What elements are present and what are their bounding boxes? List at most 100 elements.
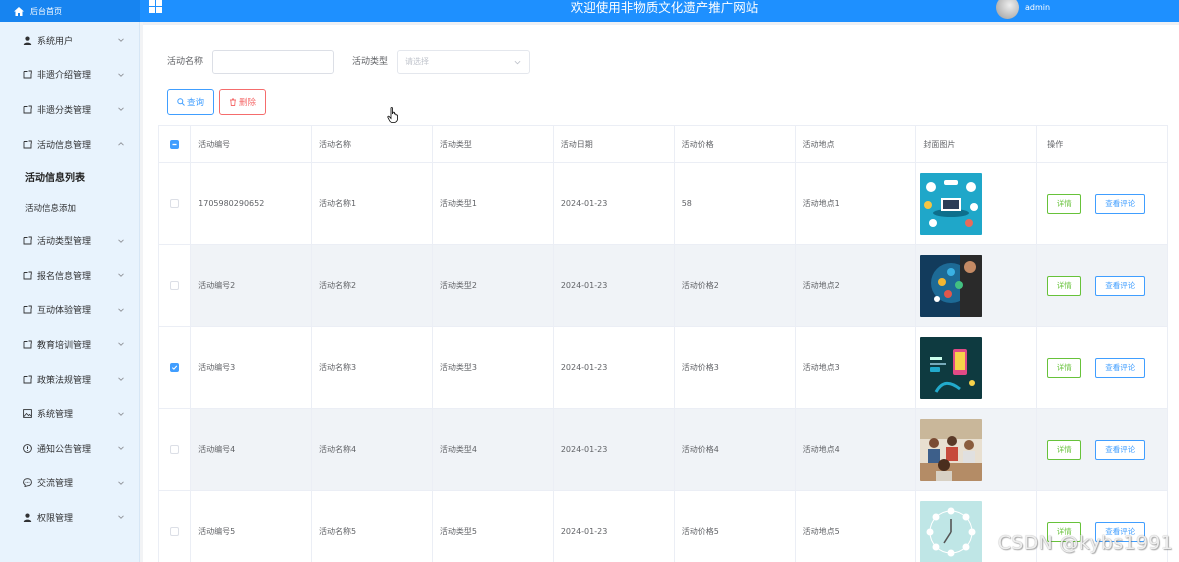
- sidebar-item-12[interactable]: 权限管理: [0, 500, 139, 535]
- chevron-down-icon: [118, 107, 124, 112]
- submenu-item-1[interactable]: 活动信息添加: [0, 192, 139, 223]
- sidebar-item-2[interactable]: 非遗分类管理: [0, 92, 139, 127]
- sidebar-item-11[interactable]: 交流管理: [0, 466, 139, 501]
- table-cell-type: 活动类型1: [433, 163, 554, 244]
- cell-value: 1705980290652: [198, 199, 265, 208]
- activity-name-label: 活动名称: [167, 57, 204, 67]
- column-header-label: 活动价格: [681, 139, 714, 149]
- table-cell-cover: [916, 409, 1038, 490]
- username[interactable]: admin: [1025, 3, 1050, 12]
- column-header: 活动编号: [191, 126, 313, 162]
- folder-icon: [22, 104, 32, 114]
- avatar[interactable]: [996, 0, 1019, 19]
- row-checkbox-cell[interactable]: [159, 163, 192, 244]
- table-cell-id: 1705980290652: [191, 163, 313, 244]
- row-checkbox[interactable]: [170, 199, 180, 208]
- table-cell-name: 活动名称5: [312, 491, 433, 562]
- table-row: 活动编号2 活动名称2 活动类型2 2024-01-23 活动价格2 活动地点2 详情 查…: [159, 245, 1167, 327]
- folder-icon: [22, 236, 32, 246]
- query-button[interactable]: 查询: [167, 89, 214, 115]
- row-checkbox[interactable]: [170, 527, 180, 536]
- sidebar-item-label: 教育培训管理: [37, 340, 92, 351]
- trash-icon: [229, 98, 236, 106]
- view-comments-button[interactable]: 查看评论: [1095, 357, 1146, 378]
- hand-cursor-icon: [387, 107, 398, 123]
- column-header-label: 活动名称: [319, 139, 352, 149]
- column-header-label: 活动地点: [802, 139, 835, 149]
- cell-value: 活动类型5: [439, 527, 478, 536]
- column-header-label: 活动类型: [439, 139, 472, 149]
- cell-value: 活动编号2: [198, 281, 236, 290]
- delete-button[interactable]: 删除: [219, 89, 266, 115]
- chevron-down-icon: [118, 342, 124, 347]
- column-header: 活动类型: [433, 126, 554, 162]
- table-row: 活动编号3 活动名称3 活动类型3 2024-01-23 活动价格3 活动地点3 详情 查…: [159, 327, 1167, 409]
- cover-image: [920, 336, 983, 399]
- select-all-cell[interactable]: [159, 126, 192, 162]
- chevron-down-icon: [118, 273, 124, 278]
- detail-button[interactable]: 详情: [1047, 193, 1082, 214]
- sidebar-item-label: 交流管理: [37, 479, 74, 490]
- sidebar-item-label: 活动类型管理: [37, 237, 92, 248]
- folder-icon: [22, 270, 32, 280]
- row-checkbox-cell[interactable]: [159, 491, 192, 562]
- sidebar-item-label: 通知公告管理: [37, 444, 92, 455]
- detail-button[interactable]: 详情: [1047, 439, 1082, 460]
- view-comments-button[interactable]: 查看评论: [1095, 193, 1146, 214]
- sidebar-item-0[interactable]: 系统用户: [0, 23, 139, 58]
- detail-button[interactable]: 详情: [1047, 357, 1082, 378]
- sidebar-item-label: 非遗分类管理: [37, 105, 92, 116]
- sidebar: 系统用户 非遗介绍管理 非遗分类管理 活动信息管理 活动信息列表 活动信息添加 活…: [0, 22, 140, 562]
- sidebar-item-6[interactable]: 互动体验管理: [0, 293, 139, 328]
- sidebar-item-7[interactable]: 教育培训管理: [0, 327, 139, 362]
- chevron-down-icon: [118, 38, 124, 43]
- sidebar-item-label: 活动信息管理: [37, 140, 92, 151]
- sidebar-item-1[interactable]: 非遗介绍管理: [0, 58, 139, 93]
- table-cell-date: 2024-01-23: [554, 163, 675, 244]
- view-comments-button[interactable]: 查看评论: [1095, 439, 1146, 460]
- image-icon: [22, 409, 32, 419]
- cell-value: 活动价格3: [681, 363, 719, 372]
- row-checkbox[interactable]: [170, 281, 180, 290]
- sidebar-item-3[interactable]: 活动信息管理: [0, 127, 139, 162]
- submenu-item-0[interactable]: 活动信息列表: [0, 161, 139, 192]
- table-row: 1705980290652 活动名称1 活动类型1 2024-01-23 58 活动地点1…: [159, 163, 1167, 245]
- table-cell-name: 活动名称1: [312, 163, 433, 244]
- table-cell-price: 活动价格5: [675, 491, 796, 562]
- sidebar-item-label: 权限管理: [37, 513, 74, 524]
- row-checkbox-cell[interactable]: [159, 245, 192, 326]
- sidebar-item-10[interactable]: 通知公告管理: [0, 431, 139, 466]
- column-header-label: 活动编号: [198, 139, 231, 149]
- table-cell-actions: 详情 查看评论: [1037, 409, 1167, 490]
- row-checkbox[interactable]: [170, 363, 180, 372]
- folder-icon: [22, 70, 32, 80]
- activity-name-input[interactable]: [212, 50, 334, 74]
- sidebar-item-8[interactable]: 政策法规管理: [0, 362, 139, 397]
- cell-value: 活动编号4: [198, 445, 236, 454]
- view-comments-button[interactable]: 查看评论: [1095, 275, 1146, 296]
- row-checkbox-cell[interactable]: [159, 409, 192, 490]
- cell-value: 活动地点5: [802, 527, 840, 536]
- detail-button[interactable]: 详情: [1047, 275, 1082, 296]
- sidebar-item-5[interactable]: 报名信息管理: [0, 258, 139, 293]
- activity-type-label: 活动类型: [352, 57, 389, 67]
- sidebar-item-4[interactable]: 活动类型管理: [0, 223, 139, 258]
- sidebar-item-label: 非遗介绍管理: [37, 71, 92, 82]
- row-checkbox-cell[interactable]: [159, 327, 192, 408]
- cover-image: [920, 254, 983, 317]
- table-cell-actions: 详情 查看评论: [1037, 245, 1167, 326]
- table-cell-id: 活动编号4: [191, 409, 313, 490]
- chevron-down-icon: [118, 412, 124, 416]
- select-all-checkbox[interactable]: [170, 139, 180, 149]
- cell-value: 活动名称4: [319, 445, 357, 454]
- column-header-label: 活动日期: [560, 139, 593, 149]
- row-checkbox[interactable]: [170, 445, 180, 454]
- sidebar-item-9[interactable]: 系统管理: [0, 396, 139, 431]
- activity-type-select[interactable]: 请选择: [397, 50, 530, 74]
- chevron-down-icon: [118, 239, 124, 243]
- cell-value: 活动地点4: [802, 445, 840, 454]
- cell-value: 活动价格2: [681, 281, 719, 290]
- table-cell-id: 活动编号3: [191, 327, 313, 408]
- cell-value: 活动名称2: [319, 281, 357, 290]
- cell-value: 活动类型2: [439, 281, 478, 290]
